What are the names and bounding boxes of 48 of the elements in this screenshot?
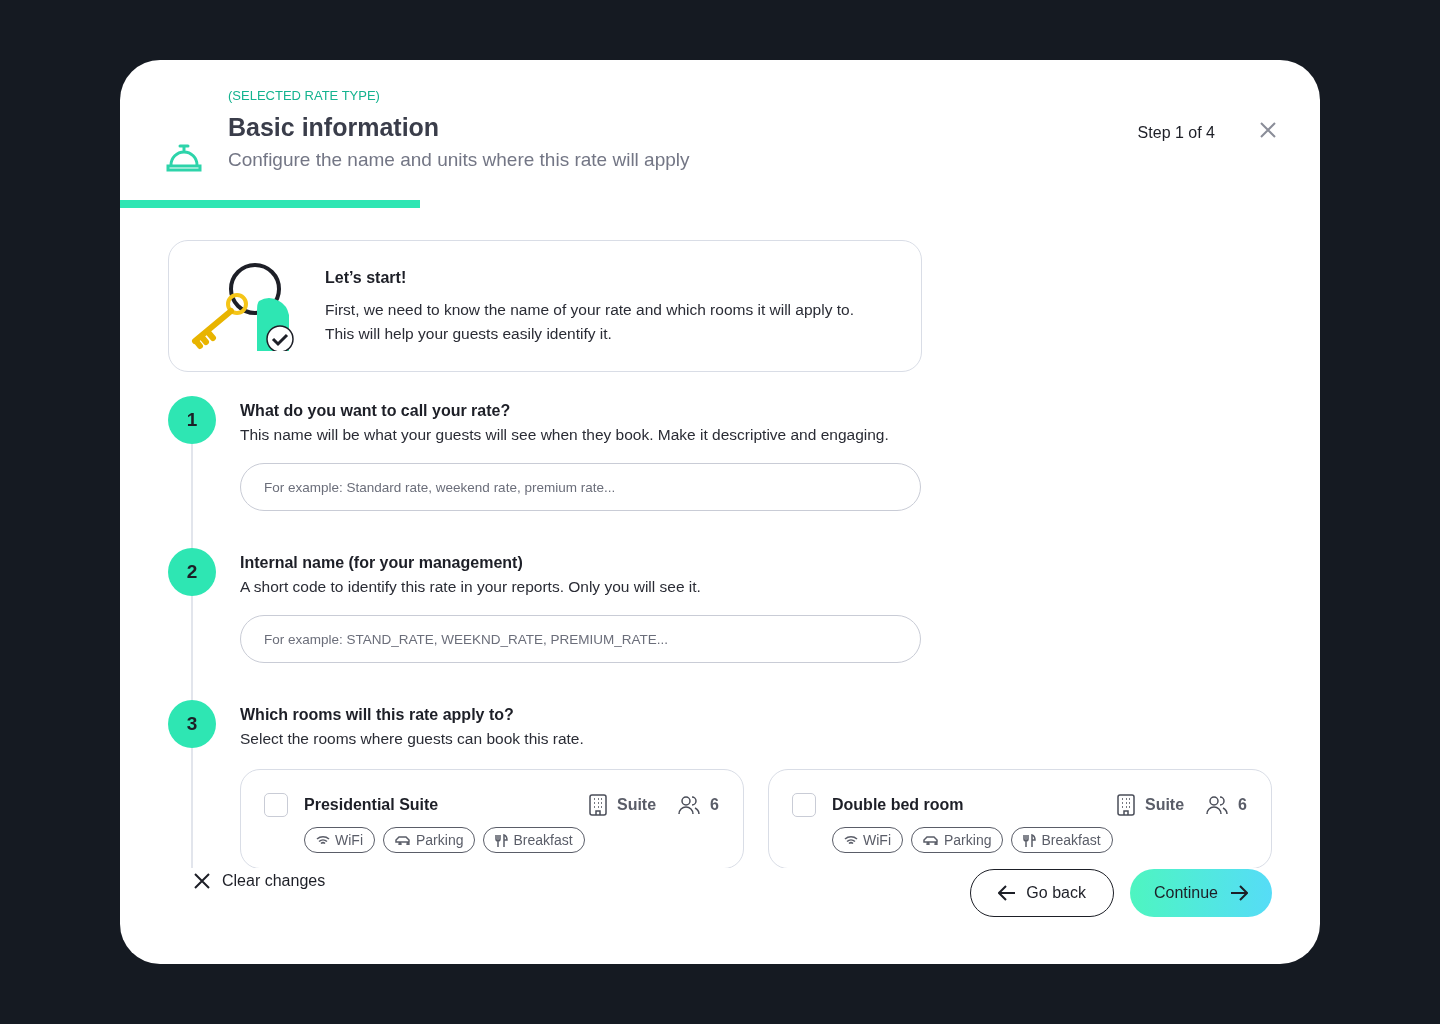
amenity-label: Parking [944,830,992,850]
wifi-icon [844,834,858,846]
room-name: Double bed room [832,795,964,815]
text-input-field[interactable]: For example: STAND_RATE, WEEKND_RATE, PREMIUM_RATE... [240,615,921,663]
arrow-left-icon [998,885,1017,901]
intro-title: Let’s start! [325,268,408,288]
amenity-label: Parking [416,830,464,850]
step-indicator: Step 1 of 4 [1137,123,1215,143]
users-icon [678,795,701,815]
close-icon [194,873,210,889]
service-bell-icon [166,143,202,173]
amenity-label: Breakfast [513,830,573,850]
users-icon [1206,795,1229,815]
step-description: Select the rooms where guests can book this rate. [240,729,585,749]
intro-text: First, we need to know the name of your rate and which rooms it will apply to. This will help your guests easily identify it. [325,300,854,344]
step-number: 1 [168,396,216,444]
step-title: What do you want to call your rate? [240,401,512,421]
room-type: Suite [1144,795,1185,815]
arrow-right-icon [1230,885,1248,901]
amenity-label: Breakfast [1041,830,1101,850]
continue-button[interactable]: Continue [1129,869,1272,917]
car-icon [923,835,939,845]
step-description: A short code to identify this rate in your reports. Only you will see it. [240,577,702,597]
fork-knife-icon [1023,833,1037,847]
step-title: Internal name (for your management) [240,553,524,573]
step-title: Which rooms will this rate apply to? [240,705,515,725]
room-type: Suite [616,795,657,815]
wifi-icon [316,834,330,846]
building-icon [588,794,607,816]
guest-count: 6 [1238,795,1247,815]
dialog-subtitle: Configure the name and units where this rate will apply [228,148,691,172]
dialog-title: Basic information [228,112,441,142]
text-input-field[interactable]: For example: Standard rate, weekend rate, premium rate... [240,463,921,511]
amenity-label: WiFi [863,830,891,850]
checkbox[interactable] [264,793,288,817]
checkbox[interactable] [792,793,816,817]
fork-knife-icon [495,833,509,847]
amenity-label: WiFi [335,830,363,850]
step-number: 3 [168,700,216,748]
step-description: This name will be what your guests will see when they book. Make it descriptive and engaging. [240,425,890,445]
eyebrow-label: (SELECTED RATE TYPE) [228,88,381,104]
guest-count: 6 [710,795,719,815]
clear-changes-button[interactable]: Clear changes [194,869,326,893]
step-number: 2 [168,548,216,596]
close-icon[interactable] [1260,122,1276,138]
building-icon [1116,794,1135,816]
car-icon [395,835,411,845]
room-name: Presidential Suite [304,795,439,815]
